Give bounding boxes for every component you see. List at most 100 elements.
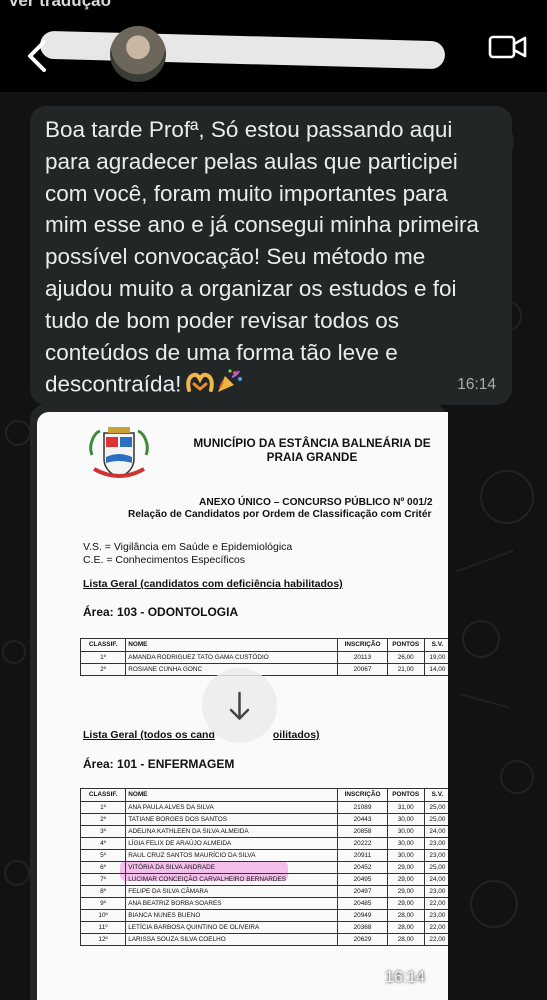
- party-popper-emoji-icon: [218, 369, 243, 393]
- col-header: PONTOS: [386, 788, 425, 802]
- table-cell: 6º: [79, 861, 127, 874]
- table-cell: AMANDA RODRIGUEZ TATO GAMA CUSTÓDIO: [125, 651, 339, 664]
- table-row: 6º VITÓRIA DA SILVA ANDRADE 20452 29,00 25,0…: [79, 861, 448, 874]
- table-row: 1º ANA PAULA ALVES DA SILVA 21089 31,00 25,0…: [79, 801, 448, 814]
- text-message-bubble[interactable]: Boa tarde Profª, Só estou passando aqui …: [30, 106, 512, 405]
- table-cell: LARISSA SOUZA SILVA COELHO: [125, 933, 339, 946]
- legend-ce: C.E. = Conhecimentos Específicos: [83, 554, 245, 566]
- col-header: S.V.: [423, 788, 448, 802]
- heart-hands-emoji-icon: [186, 373, 215, 393]
- table-cell: 20368: [337, 921, 388, 934]
- translate-label: Ver tradução: [8, 0, 111, 10]
- arrow-down-icon: [229, 691, 250, 720]
- table-cell: 21089: [337, 801, 388, 814]
- table-cell: 22,00: [423, 897, 448, 910]
- table-cell: 20452: [337, 861, 388, 874]
- table-cell: 20495: [337, 873, 388, 886]
- table-cell: 1º: [79, 651, 127, 664]
- message-time: 16:14: [457, 376, 496, 393]
- image-message-bubble[interactable]: MUNICÍPIO DA ESTÂNCIA BALNEÁRIA DE PRAIA…: [30, 404, 448, 1000]
- scroll-down-button[interactable]: [202, 668, 277, 743]
- table-cell: 29,00: [386, 885, 425, 898]
- video-call-icon[interactable]: [488, 34, 528, 60]
- col-header: NOME: [125, 788, 339, 802]
- table-cell: 29,00: [386, 861, 425, 874]
- table-cell: 26,00: [386, 651, 425, 664]
- col-header: PONTOS: [386, 638, 425, 652]
- table-row: 10º BIANCA NUNES BUENO 20949 28,00 23,00: [79, 909, 448, 922]
- message-text: Boa tarde Profª, Só estou passando aqui …: [45, 117, 479, 397]
- translate-bar[interactable]: Ver tradução: [0, 0, 547, 14]
- table-cell: 25,00: [423, 861, 448, 874]
- back-arrow-icon[interactable]: [20, 36, 60, 76]
- contact-name-redaction: [39, 30, 446, 70]
- area-odontologia: Área: 103 - ODONTOLOGIA: [83, 605, 239, 619]
- table-cell: 30,00: [386, 813, 425, 826]
- table-row: 8º FELIPE DA SILVA CÂMARA 20497 29,00 23,00: [79, 885, 448, 898]
- legend-vs: V.S. = Vigilância em Saúde e Epidemiológ…: [83, 541, 293, 553]
- table-cell: 3º: [79, 825, 127, 838]
- table-cell: 14,00: [423, 663, 448, 676]
- table-cell: 2º: [79, 663, 127, 676]
- table-cell: 8º: [79, 885, 127, 898]
- table-cell: 9º: [79, 897, 127, 910]
- avatar[interactable]: [110, 26, 166, 82]
- table-cell: 23,00: [423, 837, 448, 850]
- table-cell: 7º: [79, 873, 127, 886]
- image-time: 16:14: [385, 969, 426, 986]
- table-cell: LUCIMAR CONCEIÇÃO CARVALHEIRO BERNARDES: [125, 873, 339, 886]
- table-cell: 22,00: [423, 921, 448, 934]
- chat-header: [0, 14, 547, 92]
- table-cell: 20949: [337, 909, 388, 922]
- table-cell: 20485: [337, 897, 388, 910]
- table-cell: 19,00: [423, 651, 448, 664]
- table-cell: 22,00: [423, 933, 448, 946]
- document-subtitle: Relação de Candidatos por Ordem de Class…: [128, 509, 432, 520]
- table-cell: ANA BEATRIZ BORBA SOARES: [125, 897, 339, 910]
- message-text-container: Boa tarde Profª, Só estou passando aqui …: [45, 114, 494, 403]
- table-cell: 31,00: [386, 801, 425, 814]
- document-title: MUNICÍPIO DA ESTÂNCIA BALNEÁRIA DE PRAIA…: [193, 436, 431, 464]
- col-header: S.V.: [423, 638, 448, 652]
- table-cell: 24,00: [423, 873, 448, 886]
- table-cell: 20113: [337, 651, 388, 664]
- table-cell: 30,00: [386, 837, 425, 850]
- table-cell: 12º: [79, 933, 127, 946]
- table-cell: ANA PAULA ALVES DA SILVA: [125, 801, 339, 814]
- table-cell: LETÍCIA BARBOSA QUINTINO DE OLIVEIRA: [125, 921, 339, 934]
- message-emojis: [185, 368, 243, 403]
- table-cell: 5º: [79, 849, 127, 862]
- list-title-general-start: Lista Geral (todos os cand: [83, 729, 215, 741]
- table-enfermagem: CLASSIF. NOME INSCRIÇÃO PONTOS S.V. 1º AN…: [79, 788, 448, 946]
- table-cell: 25,00: [423, 813, 448, 826]
- table-cell: 20629: [337, 933, 388, 946]
- table-cell: 20911: [337, 849, 388, 862]
- table-cell: 20858: [337, 825, 388, 838]
- table-cell: 28,00: [386, 933, 425, 946]
- table-cell: 30,00: [386, 825, 425, 838]
- table-cell: RAUL CRUZ SANTOS MAURÍCIO DA SILVA: [125, 849, 339, 862]
- table-cell: 30,00: [386, 849, 425, 862]
- table-cell: 25,00: [423, 801, 448, 814]
- table-cell: 20067: [337, 663, 388, 676]
- table-row: 4º LÍGIA FELIX DE ARAÚJO ALMEIDA 20222 30,0…: [79, 837, 448, 850]
- table-row: 2º TATIANE BORGES DOS SANTOS 20443 30,00 25,…: [79, 813, 448, 826]
- table-cell: 23,00: [423, 909, 448, 922]
- table-row: 7º LUCIMAR CONCEIÇÃO CARVALHEIRO BERNARDE…: [79, 873, 448, 886]
- table-row: 5º RAUL CRUZ SANTOS MAURÍCIO DA SILVA 2091…: [79, 849, 448, 862]
- table-cell: 2º: [79, 813, 127, 826]
- table-cell: 23,00: [423, 885, 448, 898]
- table-cell: 28,00: [386, 921, 425, 934]
- col-header: CLASSIF.: [79, 638, 127, 652]
- table-row: 11º LETÍCIA BARBOSA QUINTINO DE OLIVEIRA 2…: [79, 921, 448, 934]
- table-cell: 11º: [79, 921, 127, 934]
- table-cell: 20497: [337, 885, 388, 898]
- table-cell: 1º: [79, 801, 127, 814]
- table-cell: 29,00: [386, 873, 425, 886]
- table-cell: FELIPE DA SILVA CÂMARA: [125, 885, 339, 898]
- list-title-general-end: oilitados): [272, 729, 320, 741]
- col-header: INSCRIÇÃO: [337, 788, 388, 802]
- table-row: 12º LARISSA SOUZA SILVA COELHO 20629 28,00 2…: [79, 933, 448, 946]
- document-image[interactable]: MUNICÍPIO DA ESTÂNCIA BALNEÁRIA DE PRAIA…: [37, 412, 448, 1000]
- table-cell: 28,00: [386, 909, 425, 922]
